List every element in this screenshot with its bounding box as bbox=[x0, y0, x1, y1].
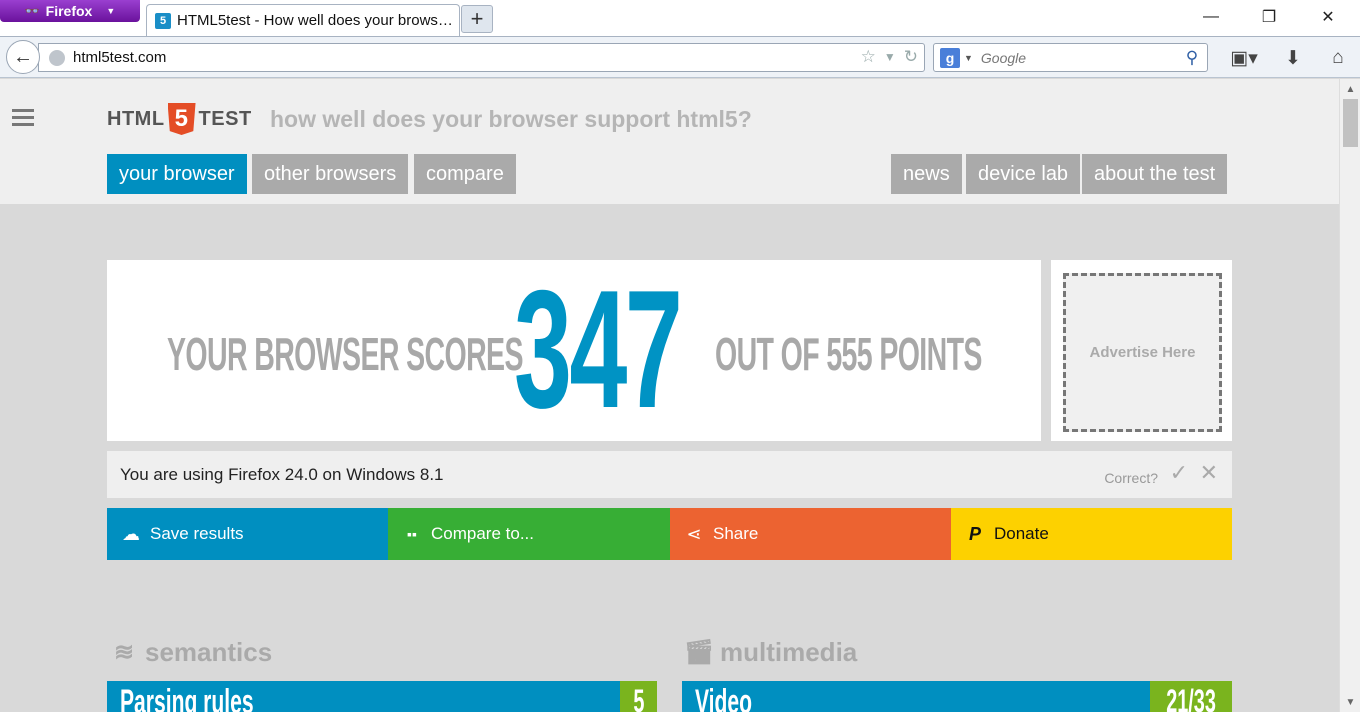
section-title-text: semantics bbox=[145, 637, 273, 667]
vertical-scrollbar[interactable]: ▲ ▼ bbox=[1339, 79, 1360, 712]
page-content: HTML 5 TEST how well does your browser s… bbox=[0, 79, 1339, 712]
downloads-icon[interactable]: ⬇ bbox=[1280, 45, 1306, 71]
reject-x-icon[interactable]: ✕ bbox=[1200, 460, 1218, 486]
share-label: Share bbox=[713, 524, 759, 543]
category-score: 5 bbox=[620, 681, 657, 712]
score-suffix: OUT OF 555 POINTS bbox=[715, 328, 982, 380]
grid-icon: ▪▪ bbox=[407, 526, 417, 542]
correct-label: Correct? bbox=[1104, 470, 1158, 486]
url-text[interactable]: html5test.com bbox=[73, 49, 166, 66]
paypal-icon: P bbox=[968, 523, 981, 544]
save-results-button[interactable]: ☁ Save results bbox=[107, 508, 388, 560]
category-score-text: 21/33 bbox=[1166, 683, 1216, 712]
firefox-menu-label: Firefox bbox=[45, 3, 93, 19]
site-logo[interactable]: HTML 5 TEST bbox=[107, 103, 252, 135]
private-mask-icon: 👓 bbox=[24, 4, 40, 18]
html5-shield-icon: 5 bbox=[167, 103, 196, 135]
site-tagline: how well does your browser support html5… bbox=[270, 106, 752, 132]
browser-tab[interactable]: 5 HTML5test - How well does your browser… bbox=[146, 4, 460, 36]
history-dropdown-icon[interactable]: ▼ bbox=[884, 47, 896, 67]
logo-text-left: HTML bbox=[107, 107, 165, 130]
advertise-link[interactable]: Advertise Here bbox=[1063, 273, 1222, 432]
compare-to-button[interactable]: ▪▪ Compare to... bbox=[388, 508, 670, 560]
bookmark-star-icon[interactable]: ☆ bbox=[861, 47, 876, 67]
user-agent-bar: You are using Firefox 24.0 on Windows 8.… bbox=[107, 451, 1232, 498]
google-engine-icon[interactable]: g bbox=[940, 47, 960, 68]
globe-icon bbox=[49, 49, 65, 66]
engine-dropdown-icon[interactable]: ▼ bbox=[964, 53, 973, 63]
score-prefix: YOUR BROWSER SCORES bbox=[167, 328, 523, 380]
category-bar-video[interactable]: Video bbox=[682, 681, 1150, 712]
home-icon[interactable]: ⌂ bbox=[1324, 45, 1352, 71]
donate-button[interactable]: P Donate bbox=[951, 508, 1232, 560]
tab-compare[interactable]: compare bbox=[414, 154, 516, 194]
tab-news[interactable]: news bbox=[891, 154, 962, 194]
section-title-text: multimedia bbox=[720, 637, 858, 667]
score-value: 347 bbox=[514, 255, 683, 443]
chevron-down-icon: ▼ bbox=[106, 6, 116, 16]
site-header: HTML 5 TEST how well does your browser s… bbox=[0, 79, 1339, 204]
share-icon: ⋖ bbox=[686, 523, 702, 544]
score-panel: YOUR BROWSER SCORES 347 OUT OF 555 POINT… bbox=[107, 260, 1041, 441]
scroll-up-icon[interactable]: ▲ bbox=[1340, 81, 1360, 97]
category-bar-parsing-rules[interactable]: Parsing rules bbox=[107, 681, 620, 712]
category-name: Parsing rules bbox=[120, 683, 254, 712]
user-agent-text: You are using Firefox 24.0 on Windows 8.… bbox=[120, 464, 444, 484]
restore-button[interactable]: ❐ bbox=[1256, 6, 1282, 28]
scrollbar-thumb[interactable] bbox=[1343, 99, 1358, 147]
search-input[interactable]: Google bbox=[981, 50, 1177, 66]
bookmarks-menu-icon[interactable]: ▣▾ bbox=[1224, 45, 1264, 71]
category-score-text: 5 bbox=[632, 683, 645, 712]
close-window-button[interactable]: ✕ bbox=[1315, 6, 1341, 28]
layers-icon: ≋ bbox=[113, 639, 135, 666]
reload-icon[interactable]: ↻ bbox=[904, 47, 918, 67]
save-results-label: Save results bbox=[150, 524, 244, 543]
firefox-menu-button[interactable]: 👓 Firefox ▼ bbox=[0, 0, 140, 22]
minimize-button[interactable]: — bbox=[1198, 6, 1224, 28]
tab-device-lab[interactable]: device lab bbox=[966, 154, 1081, 194]
navigation-toolbar: html5test.com ☆ ▼ ↻ ← g ▼ Google ⚲ ▣▾ ⬇ … bbox=[0, 36, 1360, 78]
section-title-semantics: ≋ semantics bbox=[107, 637, 272, 668]
section-title-multimedia: 🎬︎ multimedia bbox=[682, 637, 857, 668]
compare-to-label: Compare to... bbox=[431, 524, 534, 543]
search-bar[interactable]: g ▼ Google ⚲ bbox=[933, 43, 1208, 72]
url-bar[interactable]: html5test.com ☆ ▼ ↻ bbox=[38, 43, 925, 72]
back-button[interactable]: ← bbox=[6, 40, 40, 74]
tab-about-the-test[interactable]: about the test bbox=[1082, 154, 1228, 194]
html5-favicon-icon: 5 bbox=[155, 12, 171, 29]
new-tab-button[interactable]: + bbox=[461, 5, 493, 33]
title-bar: 👓 Firefox ▼ 5 HTML5test - How well does … bbox=[0, 0, 1360, 36]
tab-title: HTML5test - How well does your browser s… bbox=[177, 12, 457, 29]
tab-other-browsers[interactable]: other browsers bbox=[252, 154, 409, 194]
logo-text-right: TEST bbox=[198, 107, 252, 130]
ad-panel: Advertise Here bbox=[1051, 260, 1232, 441]
tab-your-browser[interactable]: your browser bbox=[107, 154, 247, 194]
clapperboard-icon: 🎬︎ bbox=[683, 639, 715, 666]
share-button[interactable]: ⋖ Share bbox=[670, 508, 951, 560]
back-arrow-icon: ← bbox=[13, 45, 33, 68]
hamburger-menu-icon[interactable] bbox=[12, 109, 34, 130]
donate-label: Donate bbox=[994, 524, 1049, 543]
category-name: Video bbox=[695, 683, 753, 712]
confirm-check-icon[interactable]: ✓ bbox=[1170, 460, 1188, 486]
search-icon[interactable]: ⚲ bbox=[1177, 48, 1207, 68]
cloud-upload-icon: ☁ bbox=[122, 523, 140, 544]
scroll-down-icon[interactable]: ▼ bbox=[1340, 694, 1360, 710]
category-score: 21/33 bbox=[1150, 681, 1232, 712]
